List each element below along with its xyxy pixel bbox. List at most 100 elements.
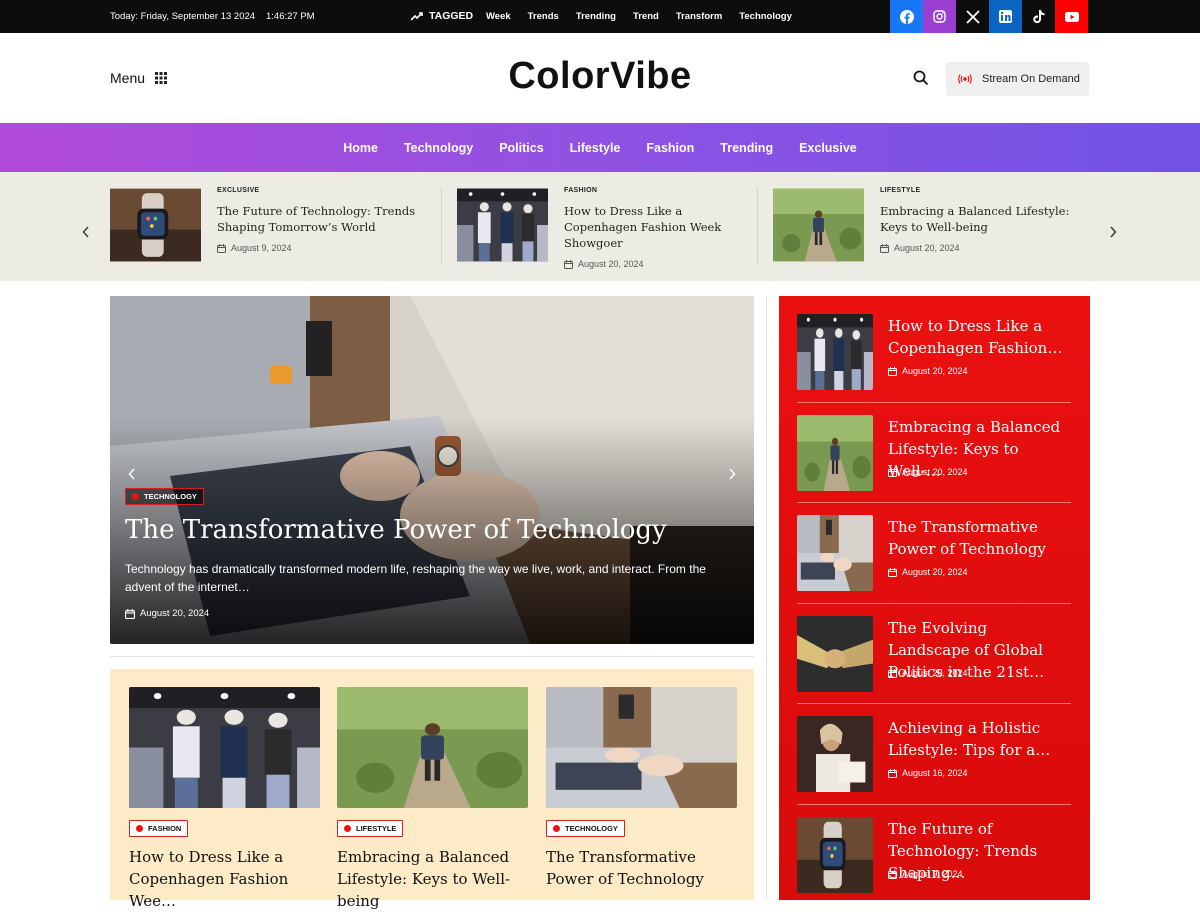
tag-link[interactable]: Technology	[739, 11, 792, 22]
linkedin-icon[interactable]	[989, 0, 1022, 33]
sidebar-date-text: August 20, 2024	[902, 366, 968, 376]
tag-link[interactable]: Transform	[676, 11, 722, 22]
watch-image	[110, 187, 201, 263]
nav-item-lifestyle[interactable]: Lifestyle	[570, 141, 621, 155]
ticker-category[interactable]: EXCLUSIVE	[217, 187, 430, 194]
ticker-title[interactable]: How to Dress Like a Copenhagen Fashion W…	[564, 203, 757, 251]
sidebar-date-text: August 20, 2024	[902, 567, 968, 577]
sidebar-post-title[interactable]: How to Dress Like a Copenhagen Fashion…	[888, 315, 1073, 359]
ticker-title[interactable]: Embracing a Balanced Lifestyle: Keys to …	[880, 203, 1083, 235]
sidebar-post[interactable]: Achieving a Holistic Lifestyle: Tips for…	[797, 698, 1071, 799]
card-category-badge[interactable]: FASHION	[129, 820, 189, 837]
top-bar: Today: Friday, September 13 2024 1:46:27…	[0, 0, 1200, 33]
article-card[interactable]: FASHION How to Dress Like a Copenhagen F…	[129, 687, 320, 912]
card-title[interactable]: The Transformative Power of Technology	[546, 846, 737, 890]
chevron-left-icon[interactable]	[82, 225, 90, 241]
current-time: 1:46:27 PM	[266, 11, 315, 22]
calendar-icon	[125, 608, 135, 619]
tag-link[interactable]: Trends	[528, 11, 559, 22]
card-title[interactable]: How to Dress Like a Copenhagen Fashion W…	[129, 846, 320, 912]
nav-item-politics[interactable]: Politics	[499, 141, 543, 155]
dot-icon	[136, 825, 143, 832]
watch-image	[797, 817, 873, 893]
article-card[interactable]: LIFESTYLE Embracing a Balanced Lifestyle…	[337, 687, 528, 912]
ticker-date-text: August 20, 2024	[894, 243, 960, 253]
ticker-title[interactable]: The Future of Technology: Trends Shaping…	[217, 203, 430, 235]
nav-item-trending[interactable]: Trending	[720, 141, 773, 155]
hero-title[interactable]: The Transformative Power of Technology	[125, 515, 667, 545]
tag-link[interactable]: Week	[486, 11, 511, 22]
youtube-icon[interactable]	[1055, 0, 1088, 33]
card-category-badge[interactable]: LIFESTYLE	[337, 820, 404, 837]
nav-item-exclusive[interactable]: Exclusive	[799, 141, 857, 155]
ticker-date: August 20, 2024	[880, 243, 1083, 253]
main-nav: Home Technology Politics Lifestyle Fashi…	[0, 123, 1200, 172]
hero-excerpt: Technology has dramatically transformed …	[125, 562, 706, 594]
sidebar-post-title[interactable]: Achieving a Holistic Lifestyle: Tips for…	[888, 717, 1073, 761]
facebook-icon[interactable]	[890, 0, 923, 33]
mannequins-image	[797, 314, 873, 390]
calendar-icon	[888, 768, 897, 778]
instagram-icon[interactable]	[923, 0, 956, 33]
laptop-image	[797, 515, 873, 591]
ticker-date: August 20, 2024	[564, 259, 757, 269]
featured-cards: FASHION How to Dress Like a Copenhagen F…	[110, 669, 754, 910]
broadcast-icon	[958, 74, 972, 84]
nav-item-home[interactable]: Home	[343, 141, 378, 155]
tiktok-icon[interactable]	[1022, 0, 1055, 33]
card-title[interactable]: Embracing a Balanced Lifestyle: Keys to …	[337, 846, 528, 912]
social-links	[890, 0, 1088, 33]
sidebar-post-date: August 20, 2024	[888, 366, 968, 376]
sidebar-post[interactable]: Embracing a Balanced Lifestyle: Keys to …	[797, 397, 1071, 498]
sidebar-post[interactable]: The Future of Technology: Trends Shaping…	[797, 799, 1071, 900]
ticker-category[interactable]: FASHION	[564, 187, 757, 194]
card-category: LIFESTYLE	[356, 824, 397, 833]
ticker-divider	[757, 187, 758, 263]
ticker-category[interactable]: LIFESTYLE	[880, 187, 1083, 194]
chevron-left-icon[interactable]	[128, 468, 136, 483]
card-category: TECHNOLOGY	[565, 824, 618, 833]
ticker-carousel: EXCLUSIVE The Future of Technology: Tren…	[0, 172, 1200, 281]
sidebar-post[interactable]: The Transformative Power of Technology A…	[797, 497, 1071, 598]
sidebar-date-text: August 20, 2024	[902, 668, 968, 678]
calendar-icon	[888, 869, 897, 879]
dot-icon	[553, 825, 560, 832]
hiker-image	[337, 687, 528, 808]
column-divider	[766, 296, 767, 900]
chevron-right-icon[interactable]	[1109, 225, 1117, 241]
ticker-item[interactable]: EXCLUSIVE The Future of Technology: Tren…	[110, 187, 430, 263]
calendar-icon	[888, 668, 897, 678]
hero-date: August 20, 2024	[125, 608, 209, 619]
nav-item-technology[interactable]: Technology	[404, 141, 473, 155]
card-category-badge[interactable]: TECHNOLOGY	[546, 820, 625, 837]
ticker-divider	[441, 187, 442, 263]
tag-list: Week Trends Trending Trend Transform Tec…	[486, 11, 792, 22]
calendar-icon	[888, 467, 897, 477]
stream-on-demand-button[interactable]: Stream On Demand	[946, 62, 1089, 96]
tag-link[interactable]: Trend	[633, 11, 659, 22]
sidebar-post-title[interactable]: The Transformative Power of Technology	[888, 516, 1073, 560]
section-divider	[110, 656, 754, 657]
hiker-image	[797, 415, 873, 491]
mannequins-image	[129, 687, 320, 808]
hero-category-badge[interactable]: TECHNOLOGY	[125, 488, 204, 505]
laptop-image	[546, 687, 737, 808]
mannequins-image	[457, 187, 548, 263]
search-icon[interactable]	[913, 70, 929, 91]
hero-slide[interactable]: TECHNOLOGY The Transformative Power of T…	[110, 296, 754, 644]
sidebar-post[interactable]: How to Dress Like a Copenhagen Fashion… …	[797, 296, 1071, 397]
ticker-item[interactable]: LIFESTYLE Embracing a Balanced Lifestyle…	[773, 187, 1083, 263]
sidebar-date-text: August 16, 2024	[902, 768, 968, 778]
stream-label: Stream On Demand	[982, 73, 1080, 85]
tag-link[interactable]: Trending	[576, 11, 616, 22]
sidebar-post-date: August 20, 2024	[888, 668, 968, 678]
chevron-right-icon[interactable]	[728, 468, 736, 483]
calendar-icon	[217, 243, 226, 253]
article-card[interactable]: TECHNOLOGY The Transformative Power of T…	[546, 687, 737, 890]
sidebar-post[interactable]: The Evolving Landscape of Global Politic…	[797, 598, 1071, 699]
ticker-item[interactable]: FASHION How to Dress Like a Copenhagen F…	[457, 187, 757, 269]
x-icon[interactable]	[956, 0, 989, 33]
ticker-date-text: August 9, 2024	[231, 243, 292, 253]
hero-date-text: August 20, 2024	[140, 608, 210, 619]
nav-item-fashion[interactable]: Fashion	[646, 141, 694, 155]
